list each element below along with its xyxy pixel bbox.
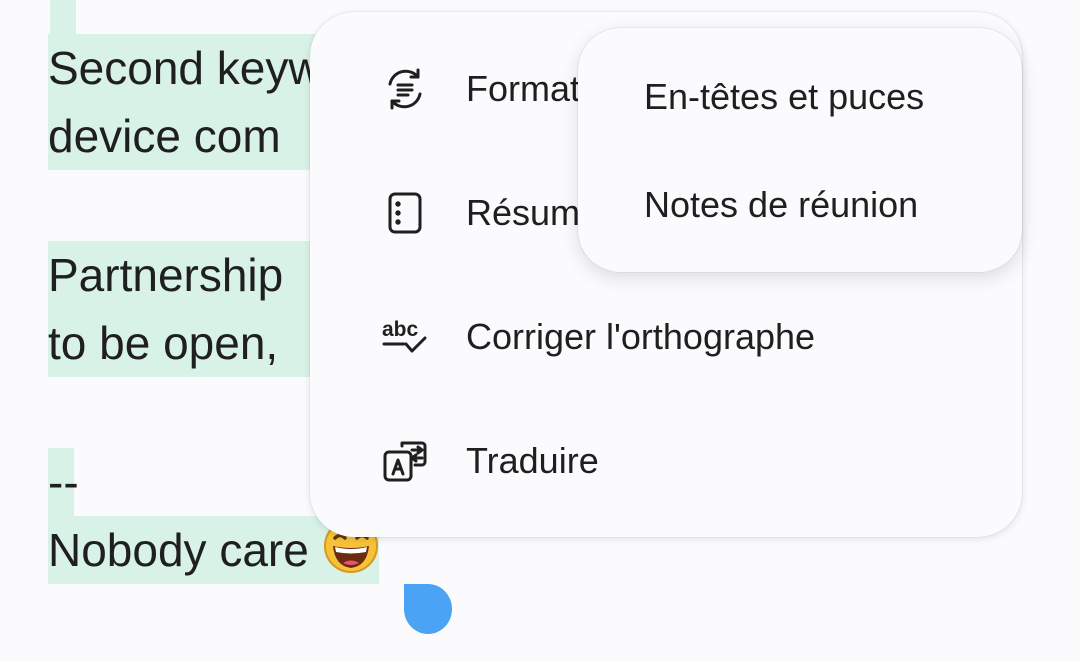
spellcheck-icon: abc bbox=[382, 314, 428, 360]
format-submenu: En-têtes et puces Notes de réunion bbox=[578, 28, 1022, 272]
doc-line[interactable]: device com bbox=[48, 102, 321, 170]
menu-item-spellcheck[interactable]: abc Corriger l'orthographe bbox=[310, 287, 1022, 387]
selection-strip bbox=[50, 0, 76, 34]
doc-line[interactable]: -- bbox=[48, 448, 79, 516]
format-arrows-icon bbox=[382, 66, 428, 112]
menu-item-label: Format bbox=[466, 68, 581, 109]
menu-item-label: Traduire bbox=[466, 440, 599, 481]
summary-list-icon bbox=[382, 190, 428, 236]
svg-text:abc: abc bbox=[382, 318, 419, 341]
doc-line[interactable]: Partnership bbox=[48, 241, 324, 309]
submenu-item-meeting-notes[interactable]: Notes de réunion bbox=[644, 184, 918, 226]
menu-item-translate[interactable]: Traduire bbox=[310, 411, 1022, 511]
translate-icon bbox=[382, 438, 428, 484]
doc-line[interactable]: to be open, bbox=[48, 309, 319, 377]
submenu-item-headings-bullets[interactable]: En-têtes et puces bbox=[644, 76, 924, 118]
menu-item-label: Corriger l'orthographe bbox=[466, 316, 816, 357]
selection-handle[interactable] bbox=[404, 584, 452, 634]
doc-line-text: Nobody care bbox=[48, 524, 309, 576]
